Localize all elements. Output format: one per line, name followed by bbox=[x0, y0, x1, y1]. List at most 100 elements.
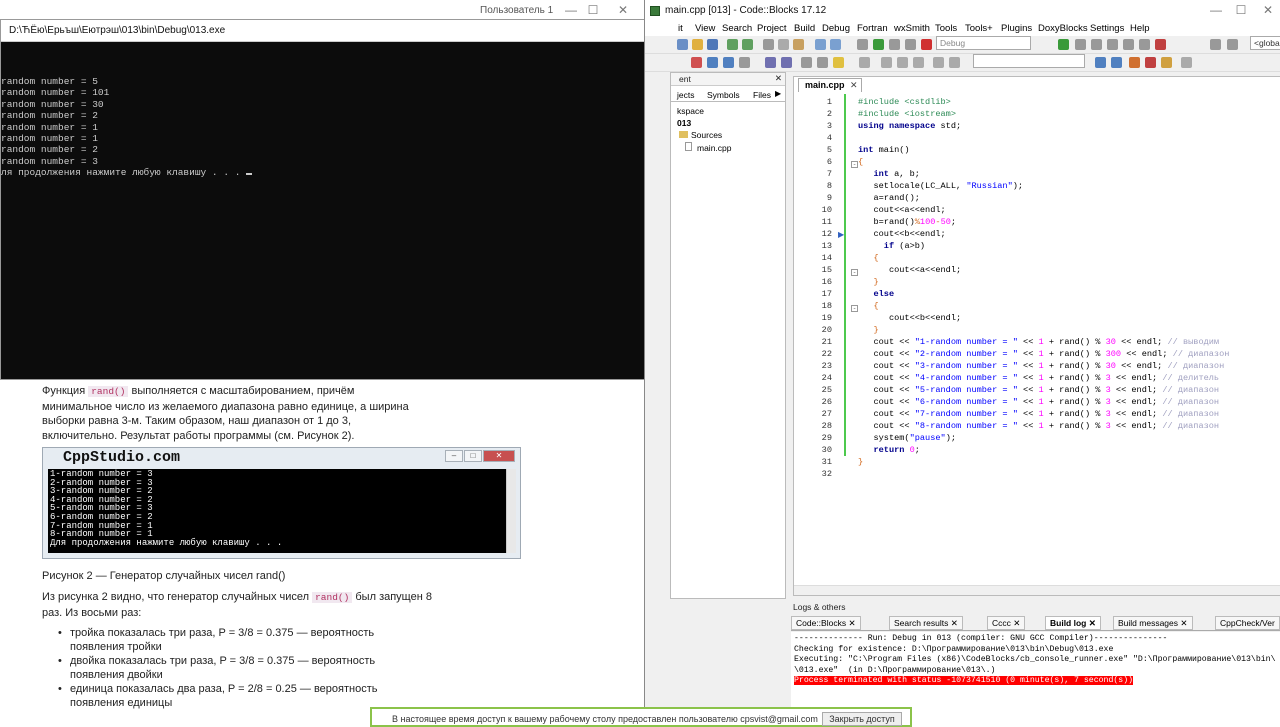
debug-stop-icon[interactable] bbox=[1155, 39, 1166, 50]
bookmark-icon[interactable] bbox=[691, 57, 702, 68]
cut-icon[interactable] bbox=[763, 39, 774, 50]
menu-tools-plus[interactable]: Tools+ bbox=[965, 23, 993, 34]
tab-build-log[interactable]: Build log ✕ bbox=[1045, 616, 1101, 630]
search-combo[interactable] bbox=[973, 54, 1085, 68]
menu-settings[interactable]: Settings bbox=[1090, 23, 1124, 34]
minimize-icon[interactable]: — bbox=[560, 3, 582, 17]
close-icon[interactable]: ✕ bbox=[951, 618, 958, 628]
undo-icon[interactable] bbox=[727, 39, 738, 50]
open-icon[interactable] bbox=[692, 39, 703, 50]
close-icon[interactable]: ✕ bbox=[612, 3, 634, 17]
debug-step-icon[interactable] bbox=[1075, 39, 1086, 50]
block-comment-icon[interactable] bbox=[817, 57, 828, 68]
maximize-icon[interactable]: ☐ bbox=[582, 3, 604, 17]
debug-windows-icon[interactable] bbox=[1210, 39, 1221, 50]
tab-build-messages[interactable]: Build messages ✕ bbox=[1113, 616, 1193, 630]
build-target-select[interactable]: Debug bbox=[936, 36, 1031, 50]
abort-icon[interactable] bbox=[921, 39, 932, 50]
tab-scroll-icon[interactable]: ▶ bbox=[775, 89, 781, 98]
tree-file[interactable]: main.cpp bbox=[685, 142, 732, 155]
close-icon[interactable]: ✕ bbox=[1089, 618, 1096, 628]
console-titlebar[interactable]: D:\ЋЁю\Ерьъш\Еютрэш\013\bin\Debug\013.ex… bbox=[1, 20, 678, 42]
cb-minimize-icon[interactable]: — bbox=[1205, 3, 1227, 17]
tab-projects[interactable]: jects bbox=[677, 90, 694, 100]
menu-edit[interactable]: it bbox=[678, 23, 683, 34]
fold-marker-icon[interactable]: - bbox=[851, 305, 858, 312]
build-gear-icon[interactable] bbox=[857, 39, 868, 50]
debug-step-into-icon[interactable] bbox=[1107, 39, 1118, 50]
jump-back-icon[interactable] bbox=[881, 57, 892, 68]
save-icon[interactable] bbox=[707, 39, 718, 50]
close-icon[interactable]: ✕ bbox=[848, 618, 855, 628]
code-completion-icon[interactable] bbox=[859, 57, 870, 68]
menu-help[interactable]: Help bbox=[1130, 23, 1150, 34]
menu-doxyblocks[interactable]: DoxyBlocks bbox=[1038, 23, 1088, 34]
debug-info-icon[interactable] bbox=[1227, 39, 1238, 50]
new-file-icon[interactable] bbox=[677, 39, 688, 50]
menu-fortran[interactable]: Fortran bbox=[857, 23, 888, 34]
redo-icon[interactable] bbox=[742, 39, 753, 50]
comment-icon[interactable] bbox=[765, 57, 776, 68]
fold-marker-icon[interactable]: - bbox=[851, 161, 858, 168]
tree-workspace[interactable]: kspace bbox=[677, 105, 704, 118]
tab-symbols[interactable]: Symbols bbox=[707, 90, 740, 100]
close-icon[interactable]: ✕ bbox=[1180, 618, 1187, 628]
match-case-icon[interactable] bbox=[1145, 57, 1156, 68]
find-icon[interactable] bbox=[815, 39, 826, 50]
tree-sources[interactable]: Sources bbox=[679, 129, 722, 142]
stream-comment-icon[interactable] bbox=[833, 57, 844, 68]
last-jump-icon[interactable] bbox=[913, 57, 924, 68]
menu-build[interactable]: Build bbox=[794, 23, 815, 34]
build-run-icon[interactable] bbox=[889, 39, 900, 50]
debug-run-icon[interactable] bbox=[1058, 39, 1069, 50]
next-bookmark-icon[interactable] bbox=[723, 57, 734, 68]
prev-bookmark-icon[interactable] bbox=[707, 57, 718, 68]
menu-search[interactable]: Search bbox=[722, 23, 752, 34]
debug-step-out-icon[interactable] bbox=[1123, 39, 1134, 50]
search-next-icon[interactable] bbox=[1111, 57, 1122, 68]
replace-icon[interactable] bbox=[830, 39, 841, 50]
menu-wxsmith[interactable]: wxSmith bbox=[894, 23, 930, 34]
code-area[interactable]: 1 2 3 4 5 6 7 8 9 10 11 12 13 14 15 16 1… bbox=[794, 94, 1280, 594]
uncomment-icon[interactable] bbox=[781, 57, 792, 68]
editor-tab-main-cpp[interactable]: main.cpp ✕ bbox=[798, 78, 862, 92]
tab-cppcheck[interactable]: CppCheck/Ver bbox=[1215, 616, 1280, 630]
paste-icon[interactable] bbox=[793, 39, 804, 50]
tab-codeblocks-log[interactable]: Code::Blocks ✕ bbox=[791, 616, 861, 630]
menu-tools[interactable]: Tools bbox=[935, 23, 957, 34]
close-icon[interactable]: ✕ bbox=[1013, 618, 1020, 628]
toggle-comment-icon[interactable] bbox=[801, 57, 812, 68]
tab-cccc[interactable]: Cccc ✕ bbox=[987, 616, 1026, 630]
regex-icon[interactable] bbox=[1161, 57, 1172, 68]
code-editor[interactable]: main.cpp ✕ 1 2 3 4 5 6 7 8 9 10 11 12 13 … bbox=[793, 76, 1280, 596]
scope-select[interactable]: <global> bbox=[1250, 36, 1280, 50]
highlight-pen-icon[interactable] bbox=[1129, 57, 1140, 68]
stop-sharing-button[interactable]: Закрыть доступ bbox=[822, 712, 902, 726]
fold-marker-icon[interactable]: - bbox=[851, 269, 858, 276]
search-prev-icon[interactable] bbox=[1095, 57, 1106, 68]
cb-close-icon[interactable]: ✕ bbox=[1257, 3, 1279, 17]
debug-next-icon[interactable] bbox=[1091, 39, 1102, 50]
debug-pause-icon[interactable] bbox=[1139, 39, 1150, 50]
tab-close-icon[interactable]: ✕ bbox=[850, 80, 858, 91]
menu-project[interactable]: Project bbox=[757, 23, 787, 34]
menu-plugins[interactable]: Plugins bbox=[1001, 23, 1032, 34]
tab-files[interactable]: Files bbox=[753, 90, 771, 100]
cb-titlebar[interactable]: main.cpp [013] - Code::Blocks 17.12 — ☐ … bbox=[645, 0, 1280, 22]
console-window[interactable]: D:\ЋЁю\Ерьъш\Еютрэш\013\bin\Debug\013.ex… bbox=[0, 19, 678, 380]
run-icon[interactable] bbox=[873, 39, 884, 50]
close-icon[interactable]: ✕ bbox=[775, 73, 782, 84]
rebuild-icon[interactable] bbox=[905, 39, 916, 50]
toggle-breakpoint-icon[interactable] bbox=[933, 57, 944, 68]
menu-view[interactable]: View bbox=[695, 23, 715, 34]
menu-debug[interactable]: Debug bbox=[822, 23, 850, 34]
copy-icon[interactable] bbox=[778, 39, 789, 50]
tree-project[interactable]: 013 bbox=[677, 117, 691, 130]
tab-search-results[interactable]: Search results ✕ bbox=[889, 616, 963, 630]
doc-icon[interactable] bbox=[1181, 57, 1192, 68]
clear-bookmarks-icon[interactable] bbox=[739, 57, 750, 68]
jump-forward-icon[interactable] bbox=[897, 57, 908, 68]
highlight-icon[interactable] bbox=[949, 57, 960, 68]
browser-user-label[interactable]: Пользователь 1 bbox=[480, 5, 553, 16]
editor-horizontal-scrollbar[interactable] bbox=[794, 585, 1280, 595]
